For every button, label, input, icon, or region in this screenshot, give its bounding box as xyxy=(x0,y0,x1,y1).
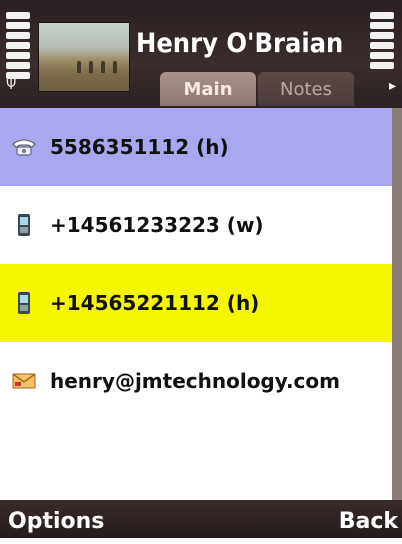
list-item[interactable]: henry@jmtechnology.com xyxy=(0,342,392,420)
phone-number-home: 5586351112 (h) xyxy=(50,135,229,159)
tab-main[interactable]: Main xyxy=(160,72,256,106)
mobile-phone-icon xyxy=(10,211,38,239)
scrollbar[interactable] xyxy=(392,108,402,500)
tab-notes[interactable]: Notes xyxy=(258,72,354,106)
list-item[interactable]: +14565221112 (h) xyxy=(0,264,392,342)
battery-level-icon xyxy=(370,12,396,88)
back-softkey[interactable]: Back xyxy=(339,500,398,538)
contact-header: Ψ Henry O'Braian Main Notes ▸ xyxy=(0,0,402,108)
softkey-bar: Options Back xyxy=(0,500,402,538)
phone-number-work: +14561233223 (w) xyxy=(50,213,264,237)
phone-number-home-mobile: +14565221112 (h) xyxy=(50,291,260,315)
landline-phone-icon xyxy=(10,133,38,161)
contact-details-list: 5586351112 (h) +14561233223 (w) +1456522… xyxy=(0,108,392,500)
mobile-phone-icon xyxy=(10,289,38,317)
email-address: henry@jmtechnology.com xyxy=(50,369,340,393)
envelope-icon xyxy=(10,367,38,395)
list-item[interactable]: 5586351112 (h) xyxy=(0,108,392,186)
options-softkey[interactable]: Options xyxy=(8,500,104,538)
list-item[interactable]: +14561233223 (w) xyxy=(0,186,392,264)
contact-photo xyxy=(38,22,130,92)
contact-name: Henry O'Braian xyxy=(136,28,344,59)
antenna-icon: Ψ xyxy=(6,78,17,93)
tab-bar: Main Notes xyxy=(160,72,356,106)
